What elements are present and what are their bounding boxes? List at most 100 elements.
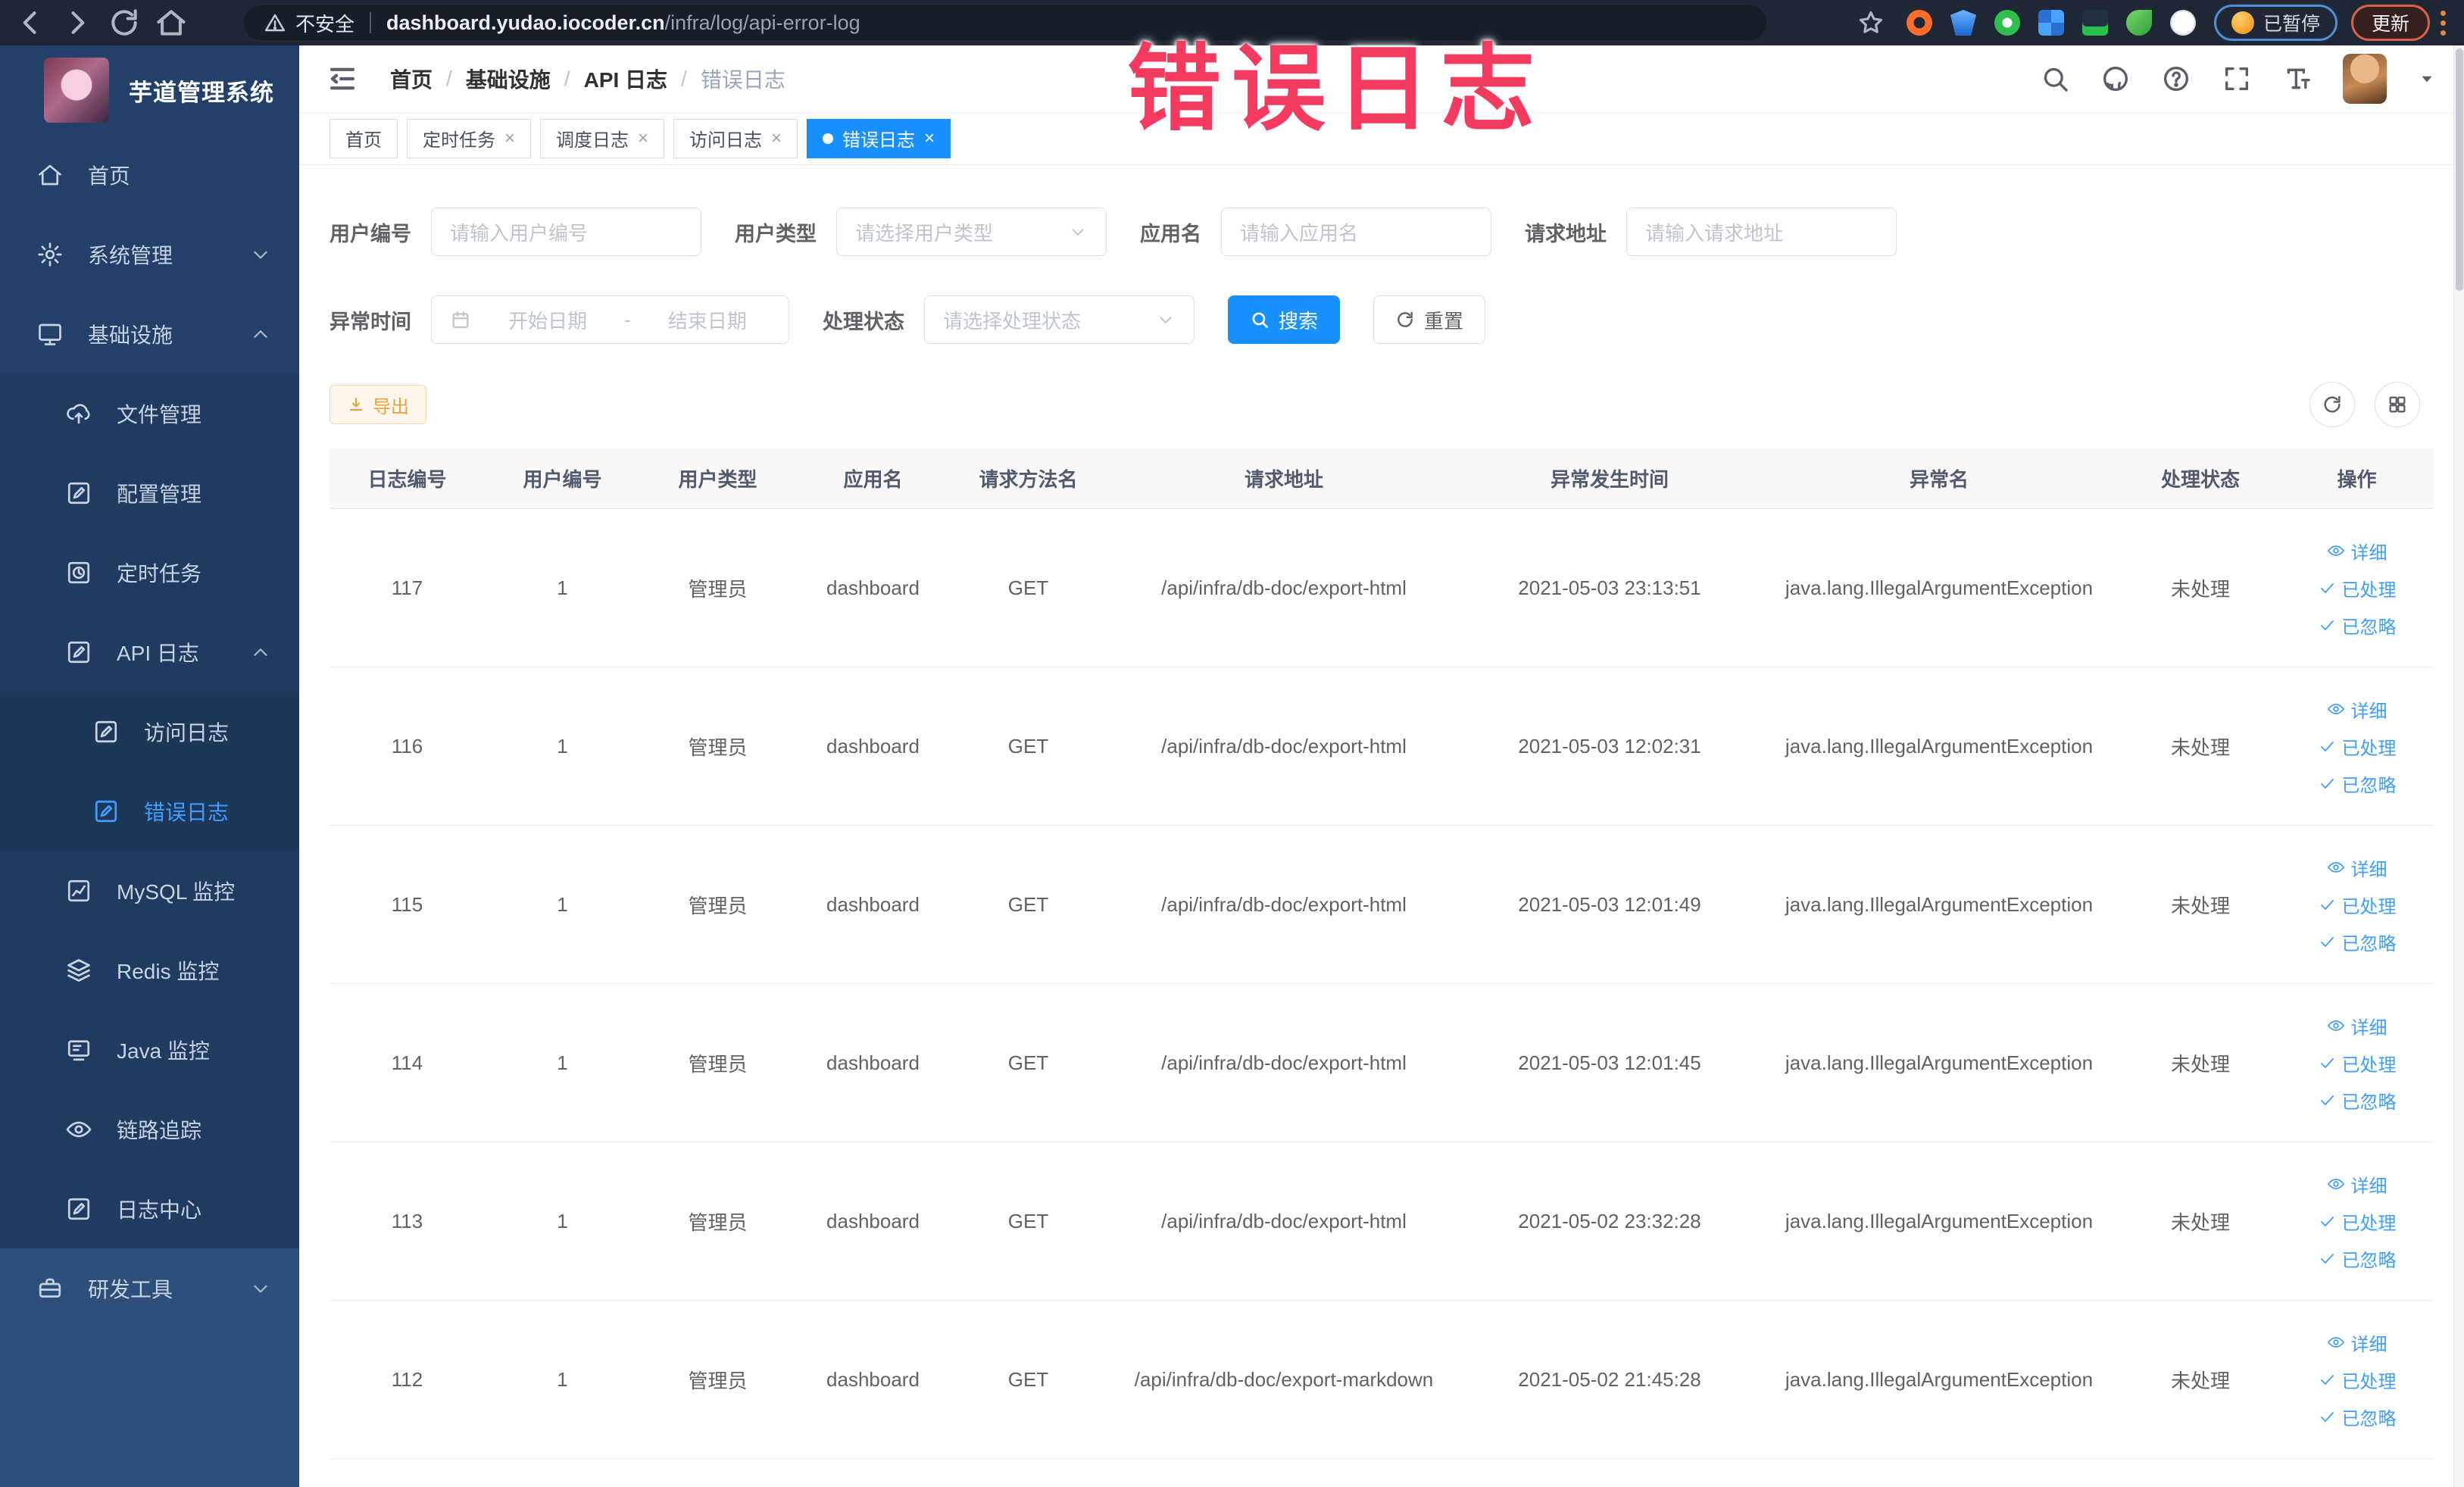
sidebar-item-6[interactable]: API 日志 — [0, 612, 299, 692]
action-detail-link[interactable]: 详细 — [2327, 538, 2387, 564]
sidebar-item-2[interactable]: 基础设施 — [0, 294, 299, 373]
action-ignored-link[interactable]: 已忽略 — [2318, 929, 2397, 955]
table-row-115[interactable]: 115 1 管理员 dashboard GET/api/infra/db-doc/exp… — [329, 826, 2434, 984]
font-size-icon[interactable] — [2282, 64, 2313, 94]
bookmark-star-icon[interactable] — [1857, 8, 1885, 37]
extension-icon-blue-shield[interactable] — [1950, 10, 1976, 36]
date-end-placeholder[interactable]: 结束日期 — [645, 306, 770, 334]
scrollbar-thumb[interactable] — [2455, 48, 2463, 291]
fullscreen-icon[interactable] — [2222, 64, 2252, 94]
tab-错误日志[interactable]: 错误日志 × — [807, 118, 951, 158]
help-icon[interactable] — [2161, 64, 2191, 94]
text-input-3[interactable]: 请输入请求地址 — [1626, 208, 1897, 256]
table-row-114[interactable]: 114 1 管理员 dashboard GET/api/infra/db-doc/exp… — [329, 984, 2434, 1142]
breadcrumb-item-1[interactable]: 基础设施 — [466, 64, 551, 94]
sidebar-item-1[interactable]: 系统管理 — [0, 214, 299, 294]
sidebar-item-13[interactable]: 日志中心 — [0, 1169, 299, 1248]
action-ignored-link[interactable]: 已忽略 — [2318, 1087, 2397, 1114]
status-select[interactable]: 请选择处理状态 — [924, 295, 1195, 344]
browser-update-button[interactable]: 更新 — [2350, 5, 2430, 41]
action-processed-link[interactable]: 已处理 — [2318, 1367, 2397, 1393]
extension-icon-green-v[interactable] — [1994, 10, 2020, 36]
extension-icon-on-switch[interactable] — [2081, 10, 2108, 36]
action-processed-link[interactable]: 已处理 — [2318, 1050, 2397, 1076]
sidebar-item-11[interactable]: Java 监控 — [0, 1010, 299, 1089]
tab-label: 错误日志 — [842, 130, 916, 151]
browser-reload-icon[interactable] — [108, 6, 141, 39]
sidebar-item-3[interactable]: 文件管理 — [0, 373, 299, 453]
tab-首页[interactable]: 首页 — [329, 118, 398, 158]
action-ignored-link[interactable]: 已忽略 — [2318, 770, 2397, 797]
breadcrumb-item-2[interactable]: API 日志 — [584, 64, 667, 94]
sidebar-item-12[interactable]: 链路追踪 — [0, 1089, 299, 1169]
chevron-down-icon[interactable] — [2417, 69, 2437, 89]
sidebar-item-14[interactable]: 研发工具 — [0, 1248, 299, 1328]
browser-forward-icon[interactable] — [61, 6, 94, 39]
browser-menu-icon[interactable] — [2441, 10, 2446, 36]
tab-访问日志[interactable]: 访问日志 × — [673, 118, 798, 158]
action-detail-link[interactable]: 详细 — [2327, 1171, 2387, 1198]
action-detail-link[interactable]: 详细 — [2327, 1329, 2387, 1356]
export-button[interactable]: 导出 — [329, 385, 426, 424]
security-label[interactable]: 不安全 — [295, 9, 354, 37]
browser-back-icon[interactable] — [14, 6, 47, 39]
action-processed-link[interactable]: 已处理 — [2318, 733, 2397, 760]
action-processed-link[interactable]: 已处理 — [2318, 575, 2397, 601]
field-label: 用户编号 — [329, 222, 411, 245]
close-icon[interactable]: × — [771, 128, 782, 149]
refresh-table-button[interactable] — [2309, 382, 2355, 427]
app-logo-row[interactable]: 芋道管理系统 — [0, 45, 299, 135]
column-settings-button[interactable] — [2375, 382, 2420, 427]
search-button[interactable]: 搜索 — [1228, 295, 1341, 344]
table-row-113[interactable]: 113 1 管理员 dashboard GET/api/infra/db-doc/exp… — [329, 1142, 2434, 1301]
page-url[interactable]: dashboard.yudao.iocoder.cn/infra/log/api… — [386, 11, 860, 35]
page-scrollbar[interactable] — [2453, 45, 2464, 1487]
extension-icon-grid[interactable] — [2038, 10, 2064, 36]
date-start-placeholder[interactable]: 开始日期 — [485, 306, 611, 334]
action-detail-link[interactable]: 详细 — [2327, 1013, 2387, 1039]
breadcrumb-item-0[interactable]: 首页 — [390, 64, 433, 94]
extension-icon-green-leaf[interactable] — [2125, 10, 2152, 36]
table-row-117[interactable]: 117 1 管理员 dashboard GET/api/infra/db-doc/exp… — [329, 509, 2434, 667]
sidebar-toggle-icon[interactable] — [326, 63, 358, 95]
sidebar-item-10[interactable]: Redis 监控 — [0, 930, 299, 1010]
close-icon[interactable]: × — [504, 128, 515, 149]
sidebar-item-8[interactable]: 错误日志 — [0, 771, 299, 851]
user-avatar[interactable] — [2343, 54, 2387, 104]
select-1[interactable]: 请选择用户类型 — [836, 208, 1107, 256]
sidebar-item-0[interactable]: 首页 — [0, 135, 299, 214]
app-title: 芋道管理系统 — [129, 79, 274, 106]
reset-button[interactable]: 重置 — [1373, 295, 1486, 344]
browser-home-icon[interactable] — [155, 6, 188, 39]
action-detail-link[interactable]: 详细 — [2327, 696, 2387, 723]
action-ignored-link[interactable]: 已忽略 — [2318, 1245, 2397, 1272]
action-ignored-link[interactable]: 已忽略 — [2318, 1404, 2397, 1430]
table-row-112[interactable]: 112 1 管理员 dashboard GET/api/infra/db-doc/exp… — [329, 1301, 2434, 1459]
action-ignored-link[interactable]: 已忽略 — [2318, 612, 2397, 639]
check-icon — [2318, 737, 2336, 755]
sidebar-item-7[interactable]: 访问日志 — [0, 692, 299, 771]
paused-extension-badge[interactable]: 已暂停 — [2213, 5, 2338, 41]
sidebar-item-5[interactable]: 定时任务 — [0, 533, 299, 612]
text-input-0[interactable]: 请输入用户编号 — [431, 208, 701, 256]
sidebar-item-9[interactable]: MySQL 监控 — [0, 851, 299, 930]
search-icon[interactable] — [2040, 64, 2070, 94]
date-range-picker[interactable]: 开始日期 - 结束日期 — [431, 295, 789, 344]
sidebar-item-4[interactable]: 配置管理 — [0, 453, 299, 533]
address-bar[interactable]: 不安全 dashboard.yudao.iocoder.cn/infra/log… — [244, 5, 1766, 40]
extension-icon-orange[interactable] — [1906, 10, 1932, 36]
chevron-up-icon — [249, 641, 272, 664]
action-detail-link[interactable]: 详细 — [2327, 854, 2387, 881]
close-icon[interactable]: × — [924, 128, 935, 149]
tab-定时任务[interactable]: 定时任务 × — [407, 118, 532, 158]
github-icon[interactable] — [2100, 64, 2131, 94]
extension-icon-white-paw[interactable] — [2169, 10, 2196, 36]
action-processed-link[interactable]: 已处理 — [2318, 1208, 2397, 1235]
breadcrumb-item-3[interactable]: 错误日志 — [701, 64, 785, 94]
table-row-116[interactable]: 116 1 管理员 dashboard GET/api/infra/db-doc/exp… — [329, 667, 2434, 826]
action-processed-link[interactable]: 已处理 — [2318, 892, 2397, 918]
tab-调度日志[interactable]: 调度日志 × — [540, 118, 665, 158]
close-icon[interactable]: × — [638, 128, 648, 149]
text-input-2[interactable]: 请输入应用名 — [1221, 208, 1491, 256]
cell-status: 未处理 — [2170, 1211, 2230, 1234]
